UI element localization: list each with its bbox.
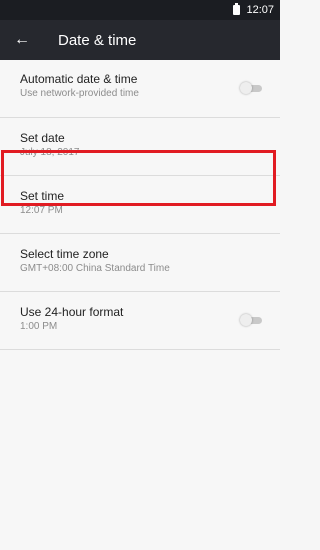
settings-list: Automatic date & time Use network-provid… [0, 60, 280, 550]
setting-subtitle: GMT+08:00 China Standard Time [20, 263, 170, 274]
setting-24-hour-format[interactable]: Use 24-hour format 1:00 PM [0, 292, 280, 350]
setting-title: Select time zone [20, 247, 109, 261]
setting-title: Automatic date & time [20, 72, 138, 86]
setting-title: Set date [20, 131, 65, 145]
status-time: 12:07 [246, 4, 274, 16]
setting-subtitle: 1:00 PM [20, 321, 58, 332]
setting-time-zone[interactable]: Select time zone GMT+08:00 China Standar… [0, 234, 280, 292]
automatic-date-time-toggle[interactable] [240, 82, 264, 94]
battery-icon [233, 3, 241, 15]
24-hour-format-toggle[interactable] [240, 314, 264, 326]
setting-subtitle: July 18, 2017 [20, 147, 80, 158]
app-bar: ← Date & time [0, 20, 280, 60]
toggle-thumb [240, 314, 252, 326]
setting-subtitle: 12:07 PM [20, 205, 63, 216]
setting-subtitle: Use network-provided time [20, 88, 139, 99]
status-bar: 12:07 [0, 0, 280, 20]
toggle-thumb [240, 82, 252, 94]
setting-set-time[interactable]: Set time 12:07 PM [0, 176, 280, 234]
setting-title: Set time [20, 189, 65, 203]
setting-automatic-date-time[interactable]: Automatic date & time Use network-provid… [0, 60, 280, 118]
page-title: Date & time [58, 31, 137, 49]
empty-space [0, 350, 280, 550]
arrow-left-icon[interactable]: ← [14, 32, 40, 48]
setting-set-date[interactable]: Set date July 18, 2017 [0, 118, 280, 176]
setting-title: Use 24-hour format [20, 305, 124, 319]
